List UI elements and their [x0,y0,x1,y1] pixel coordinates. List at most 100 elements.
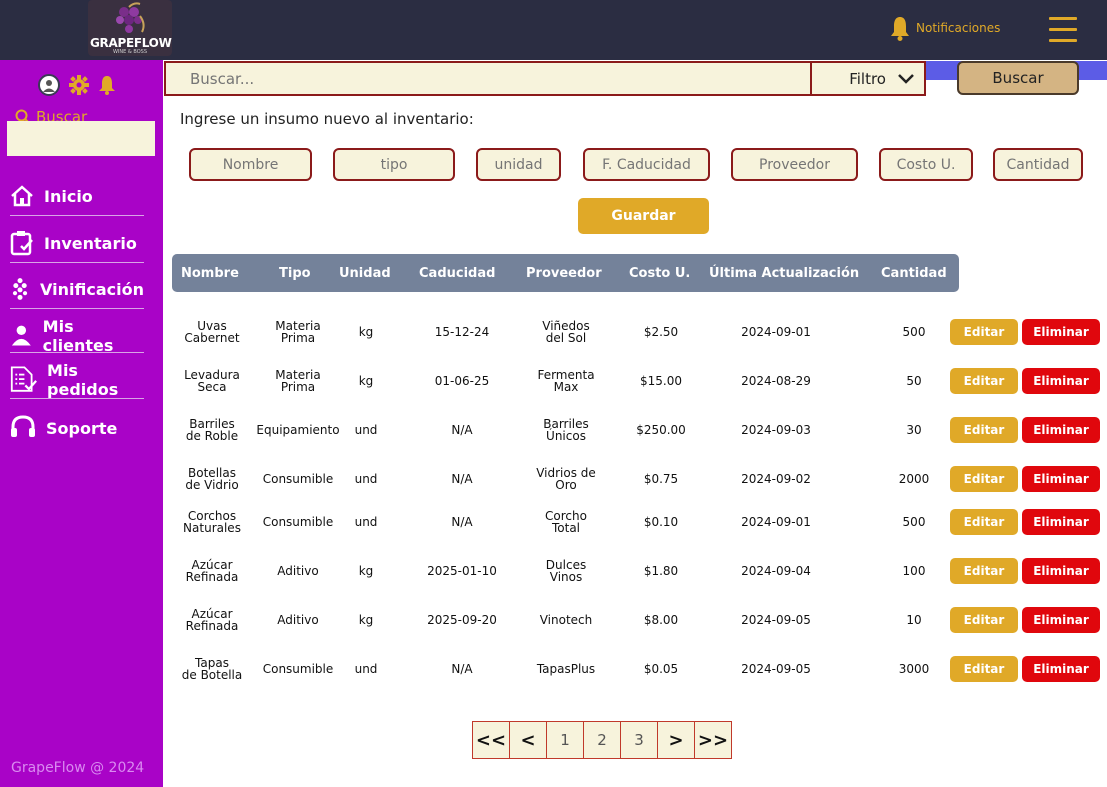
prev-page-button[interactable]: < [509,721,547,759]
column-header-unidad[interactable]: Unidad [339,254,391,292]
cell-cantidad: 500 [902,325,926,339]
save-button[interactable]: Guardar [578,198,709,234]
list-icon [10,366,37,392]
notifications-label: Notificaciones [916,21,1001,35]
column-header-nombre[interactable]: Nombre [181,254,239,292]
cell-caducidad: 15-12-24 [434,325,490,339]
page-2-button[interactable]: 2 [583,721,621,759]
edit-button[interactable]: Editar [950,558,1018,584]
sidebar-divider [10,215,144,216]
sidebar-item-label: Soporte [46,418,118,438]
user-photo-icon [43,80,55,92]
sidebar-divider [10,352,144,353]
cell-actualizacion: 2024-09-03 [741,423,811,437]
cell-costo: $15.00 [640,374,682,388]
cell-tipo: Aditivo [277,564,319,578]
grapes-icon [12,278,28,300]
cell-caducidad: N/A [451,515,473,529]
grapes-logo-icon [116,2,145,33]
sidebar-footer: GrapeFlow @ 2024 [11,760,145,776]
edit-button[interactable]: Editar [950,319,1018,345]
cell-tipo: Consumible [262,515,334,529]
column-header-cantidad[interactable]: Cantidad [881,254,947,292]
edit-button[interactable]: Editar [950,607,1018,633]
cell-unidad: kg [358,613,374,627]
delete-button[interactable]: Eliminar [1022,558,1100,584]
sidebar-quick-icons [38,74,116,96]
sidebar-item-vinificacion[interactable]: Vinificación [10,274,144,304]
avatar[interactable] [38,74,60,96]
cell-costo: $0.75 [643,472,679,486]
edit-button[interactable]: Editar [950,466,1018,492]
cell-unidad: kg [358,564,374,578]
search-button[interactable]: Buscar [957,61,1079,95]
cell-actualizacion: 2024-09-01 [741,325,811,339]
cell-cantidad: 30 [906,423,922,437]
delete-button[interactable]: Eliminar [1022,607,1100,633]
cell-unidad: kg [358,374,374,388]
cell-unidad: kg [358,325,374,339]
cell-actualizacion: 2024-09-05 [741,613,811,627]
cell-nombre: Refinada [185,619,239,633]
proveedor-field[interactable] [731,148,858,181]
pagination: << < 1 2 3 > >> [472,721,732,759]
delete-button[interactable]: Eliminar [1022,509,1100,535]
cell-nombre: de Vidrio [185,478,239,492]
cell-costo: $2.50 [643,325,679,339]
sidebar-item-inventario[interactable]: Inventario [10,228,144,258]
page-3-button[interactable]: 3 [620,721,658,759]
column-header-costo[interactable]: Costo U. [629,254,690,292]
edit-button[interactable]: Editar [950,656,1018,682]
caducidad-field[interactable] [583,148,710,181]
gear-icon[interactable] [69,75,89,95]
column-header-actualizacion[interactable]: Última Actualización [709,254,859,292]
cell-proveedor: Oro [555,478,577,492]
last-page-button[interactable]: >> [694,721,732,759]
sidebar-item-label: Inventario [44,233,137,253]
costo-field[interactable] [879,148,973,181]
delete-button[interactable]: Eliminar [1022,319,1100,345]
edit-button[interactable]: Editar [950,417,1018,443]
edit-button[interactable]: Editar [950,368,1018,394]
delete-button[interactable]: Eliminar [1022,368,1100,394]
tipo-field[interactable] [333,148,455,181]
cell-proveedor: Únicos [546,429,586,443]
first-page-button[interactable]: << [472,721,510,759]
cell-tipo: Equipamiento [256,423,340,437]
cantidad-field[interactable] [993,148,1083,181]
cell-costo: $250.00 [636,423,686,437]
cell-actualizacion: 2024-08-29 [741,374,811,388]
column-header-caducidad[interactable]: Caducidad [419,254,495,292]
grapeflow-logo[interactable]: GRAPEFLOW WINE & BOSS [88,0,172,56]
cell-unidad: und [354,662,378,676]
cell-proveedor: del Sol [545,331,587,345]
cell-costo: $0.10 [643,515,679,529]
column-header-proveedor[interactable]: Proveedor [526,254,602,292]
cell-proveedor: Vinotech [539,613,593,627]
cell-cantidad: 2000 [898,472,930,486]
cell-cantidad: 3000 [898,662,930,676]
edit-button[interactable]: Editar [950,509,1018,535]
sidebar-search-input[interactable] [7,121,155,156]
sidebar-item-mis-pedidos[interactable]: Mis pedidos [10,361,144,399]
page-1-button[interactable]: 1 [546,721,584,759]
search-input[interactable] [164,61,812,96]
sidebar-item-soporte[interactable]: Soporte [10,413,144,443]
unidad-field[interactable] [476,148,561,181]
hamburger-menu-icon[interactable] [1049,17,1077,43]
notifications-button[interactable]: Notificaciones [890,14,1000,42]
nombre-field[interactable] [189,148,312,181]
delete-button[interactable]: Eliminar [1022,417,1100,443]
top-bar: GRAPEFLOW WINE & BOSS Notificaciones [0,0,1107,60]
delete-button[interactable]: Eliminar [1022,466,1100,492]
cell-caducidad: N/A [451,472,473,486]
delete-button[interactable]: Eliminar [1022,656,1100,682]
filter-dropdown[interactable]: Filtro [810,61,926,96]
bell-icon[interactable] [98,75,116,95]
chevron-down-icon [898,73,914,84]
sidebar-item-inicio[interactable]: Inicio [10,181,144,211]
sidebar-item-mis-clientes[interactable]: Mis clientes [10,317,144,355]
cell-proveedor: Max [553,380,579,394]
column-header-tipo[interactable]: Tipo [279,254,311,292]
next-page-button[interactable]: > [657,721,695,759]
